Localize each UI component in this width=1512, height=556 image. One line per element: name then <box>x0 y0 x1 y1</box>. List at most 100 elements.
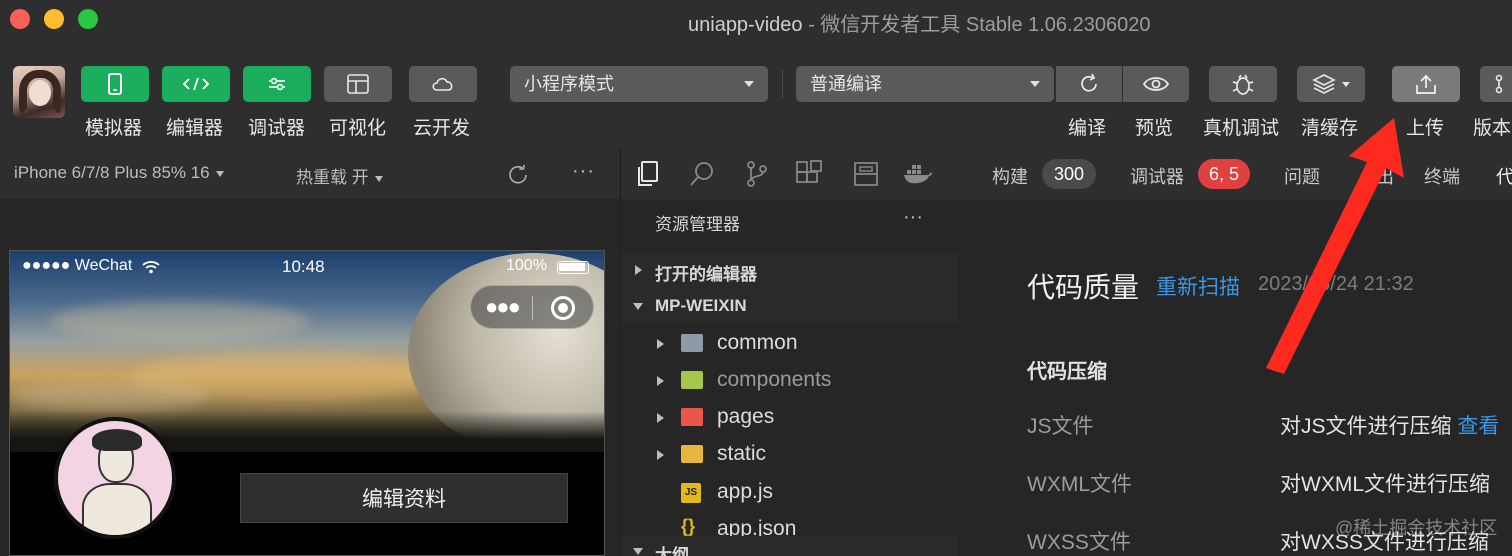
sliders-icon <box>269 77 285 91</box>
outline-section[interactable]: 大纲 <box>621 536 959 556</box>
project-section[interactable]: MP-WEIXIN <box>621 288 959 324</box>
docker-icon[interactable] <box>903 162 933 186</box>
mode-select-value: 小程序模式 <box>524 74 614 94</box>
more-dots-icon[interactable]: ●●● <box>485 294 521 320</box>
battery-percent: 100% <box>506 257 547 274</box>
edit-profile-button[interactable]: 编辑资料 <box>240 473 568 523</box>
project-label: MP-WEIXIN <box>655 296 747 315</box>
hot-reload-label: 热重载 开 <box>296 168 369 187</box>
chevron-right-icon <box>657 450 664 460</box>
quality-row-key: WXML文件 <box>1027 473 1132 496</box>
status-time: 10:48 <box>282 257 325 276</box>
static-folder-icon <box>681 445 703 463</box>
chevron-down-icon <box>744 81 754 87</box>
upload-label: 上传 <box>1406 118 1445 139</box>
rescan-link[interactable]: 重新扫描 <box>1156 271 1240 301</box>
tab-issues[interactable]: 问题 <box>1284 163 1320 189</box>
wifi-icon <box>142 261 160 274</box>
phone-screen: ●●●●● WeChat 10:48 100% ●●● 编辑资料 <box>9 250 605 556</box>
explorer-title: 资源管理器 <box>655 215 740 234</box>
chevron-right-icon <box>657 376 664 386</box>
tree-item-label: static <box>717 442 767 465</box>
cloud-label: 云开发 <box>413 118 471 139</box>
miniprogram-capsule: ●●● <box>470 285 594 329</box>
debugger-count-badge: 6, 5 <box>1198 159 1250 189</box>
quality-row-value: 对WXML文件进行压缩 <box>1280 473 1490 496</box>
tree-item-common[interactable]: common <box>621 326 959 362</box>
tab-debugger[interactable]: 调试器 <box>1130 163 1184 189</box>
tree-item-label: pages <box>717 405 775 428</box>
outline-label: 大纲 <box>655 546 689 556</box>
pages-folder-icon <box>681 408 703 426</box>
chevron-down-icon <box>215 170 224 177</box>
explorer-more-button[interactable]: ··· <box>903 206 923 229</box>
layout-icon <box>347 74 369 94</box>
editor-button[interactable] <box>162 66 230 102</box>
minimize-window-button[interactable] <box>44 9 64 29</box>
close-target-icon[interactable] <box>551 296 575 320</box>
debugger-button[interactable] <box>243 66 311 102</box>
title-bar: uniapp-video - 微信开发者工具 Stable 1.06.23060… <box>0 0 1512 40</box>
cloud-icon <box>432 77 453 91</box>
tree-item-pages[interactable]: pages <box>621 400 959 436</box>
tree-item-components[interactable]: components <box>621 363 959 399</box>
rotate-icon[interactable] <box>506 163 530 187</box>
bug-icon <box>1232 74 1254 95</box>
real-device-debug-button[interactable] <box>1209 66 1277 102</box>
tab-terminal[interactable]: 终端 <box>1424 163 1460 189</box>
version-button[interactable] <box>1480 66 1512 102</box>
user-avatar[interactable] <box>13 66 65 118</box>
window-title: uniapp-video - 微信开发者工具 Stable 1.06.23060… <box>688 8 1150 37</box>
compile-mode-select[interactable]: 普通编译 <box>796 66 1054 102</box>
phone-status-bar: ●●●●● WeChat 10:48 100% <box>10 257 604 279</box>
tab-build[interactable]: 构建 <box>992 163 1028 189</box>
activity-bar <box>620 148 958 200</box>
hot-reload-toggle[interactable]: 热重载 开 <box>296 163 383 188</box>
files-icon[interactable] <box>635 160 661 188</box>
quality-row-key: JS文件 <box>1027 415 1094 438</box>
tree-item-label: app.js <box>717 480 774 503</box>
close-window-button[interactable] <box>10 9 30 29</box>
chevron-down-icon <box>374 175 383 182</box>
tab-output[interactable]: 出 <box>1376 163 1394 189</box>
chevron-down-icon <box>1342 81 1350 87</box>
visual-button[interactable] <box>324 66 392 102</box>
components-folder-icon <box>681 371 703 389</box>
cloud-button[interactable] <box>409 66 477 102</box>
quality-row-key: WXSS文件 <box>1027 531 1131 554</box>
compile-mode-value: 普通编译 <box>810 74 882 94</box>
search-icon[interactable] <box>689 160 715 188</box>
simulator-more-button[interactable]: ··· <box>572 160 595 183</box>
upload-button[interactable] <box>1392 66 1460 102</box>
chevron-down-icon <box>633 548 643 555</box>
compile-button[interactable] <box>1056 66 1122 102</box>
battery-icon <box>557 261 589 274</box>
open-editors-label: 打开的编辑器 <box>655 265 757 284</box>
storage-icon[interactable] <box>853 160 879 188</box>
view-link[interactable]: 查看 <box>1457 415 1499 438</box>
code-compress-heading: 代码压缩 <box>1027 361 1107 383</box>
window-title-app: uniapp-video <box>688 14 803 36</box>
source-control-icon[interactable] <box>745 160 769 188</box>
simulator-button[interactable] <box>81 66 149 102</box>
folder-icon <box>681 334 703 352</box>
preview-button[interactable] <box>1123 66 1189 102</box>
layers-icon <box>1312 74 1336 94</box>
open-editors-section[interactable]: 打开的编辑器 <box>621 252 959 288</box>
tree-item-static[interactable]: static <box>621 437 959 473</box>
build-count-badge: 300 <box>1042 159 1096 189</box>
tab-code-quality[interactable]: 代 <box>1496 163 1512 189</box>
refresh-icon <box>1081 73 1097 92</box>
chevron-right-icon <box>657 339 664 349</box>
zoom-window-button[interactable] <box>78 9 98 29</box>
profile-avatar[interactable] <box>54 417 176 539</box>
extensions-icon[interactable] <box>795 160 823 188</box>
compile-label: 编译 <box>1068 118 1107 139</box>
tree-item-app-js[interactable]: JS app.js <box>621 475 959 511</box>
code-quality-title: 代码质量 <box>1027 272 1140 303</box>
mode-select[interactable]: 小程序模式 <box>510 66 768 102</box>
js-file-icon: JS <box>681 483 701 503</box>
device-select[interactable]: iPhone 6/7/8 Plus 85% 16 <box>14 163 224 183</box>
explorer-panel: 资源管理器 ··· 打开的编辑器 MP-WEIXIN common compon… <box>620 200 959 556</box>
clear-cache-button[interactable] <box>1297 66 1365 102</box>
